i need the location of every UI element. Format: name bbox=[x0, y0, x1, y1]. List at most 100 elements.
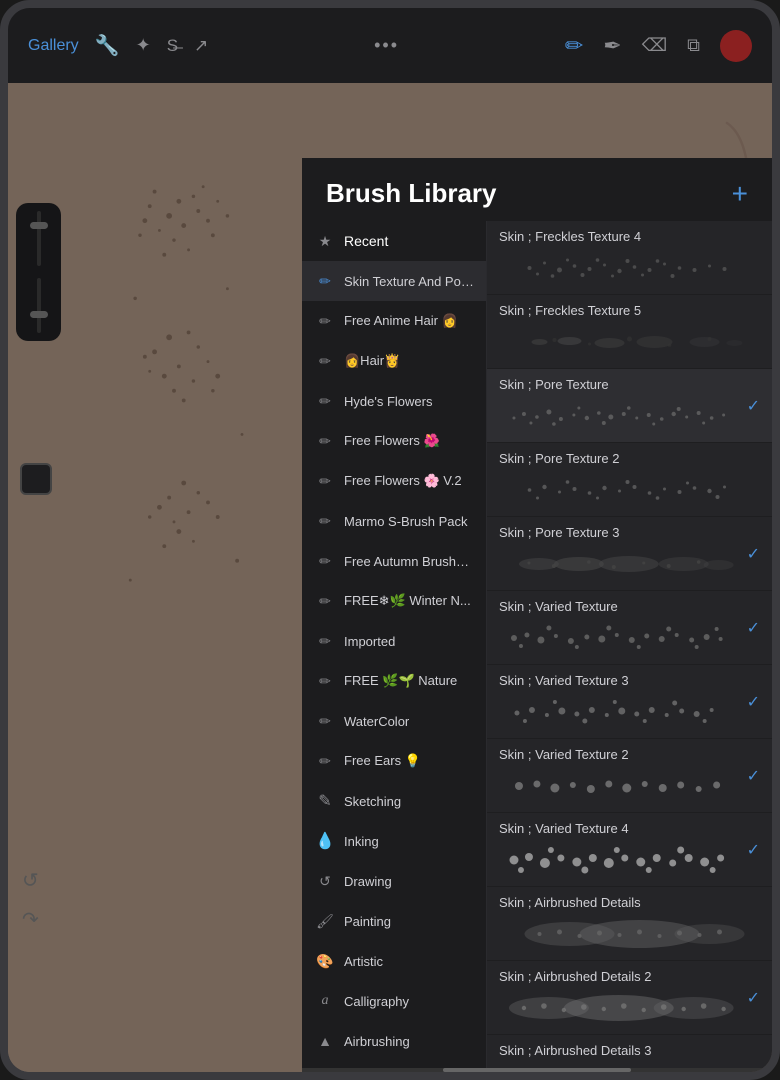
brush-preview-airbrush-2 bbox=[499, 988, 739, 1026]
category-item-calligraphy[interactable]: a Calligraphy bbox=[302, 981, 486, 1021]
airbrush-2-check-icon: ✓ bbox=[747, 988, 760, 1008]
brush-item-pore-texture-2[interactable]: Skin ; Pore Texture 2 bbox=[487, 443, 772, 517]
brush-item-airbrush-2[interactable]: Skin ; Airbrushed Details 2 bbox=[487, 961, 772, 1035]
brush-item-airbrush-1[interactable]: Skin ; Airbrushed Details bbox=[487, 887, 772, 961]
brush-library-panel: Brush Library + ★ Recent ✏ Skin Texture … bbox=[302, 158, 772, 1072]
wrench-icon[interactable]: 🔧 bbox=[95, 33, 120, 58]
brush-preview-pore-texture-2 bbox=[499, 470, 760, 508]
brush-info-varied-texture-4: Skin ; Varied Texture 4 bbox=[499, 821, 739, 878]
scroll-indicator bbox=[302, 1068, 772, 1072]
canvas-area: ↺ ↷ bbox=[8, 83, 772, 1072]
brush-item-pore-texture-3[interactable]: Skin ; Pore Texture 3 bbox=[487, 517, 772, 591]
pencil-tool-icon[interactable]: ✏ bbox=[565, 33, 583, 59]
brush-item-varied-texture-2[interactable]: Skin ; Varied Texture 2 bbox=[487, 739, 772, 813]
brush-item-freckles-4[interactable]: Skin ; Freckles Texture 4 bbox=[487, 221, 772, 295]
category-free-flowers-2-label: Free Flowers 🌸 V.2 bbox=[344, 473, 474, 489]
brush-item-airbrush-3[interactable]: Skin ; Airbrushed Details 3 bbox=[487, 1035, 772, 1068]
free-flowers-icon: ✏ bbox=[314, 430, 336, 452]
brush-library-header: Brush Library + bbox=[302, 158, 772, 221]
brush-info-freckles-5: Skin ; Freckles Texture 5 bbox=[499, 303, 760, 360]
category-item-autumn[interactable]: ✏ Free Autumn Brushes... bbox=[302, 541, 486, 581]
category-item-free-ears[interactable]: ✏ Free Ears 💡 bbox=[302, 741, 486, 781]
magic-wand-icon[interactable]: ✦ bbox=[136, 35, 151, 56]
brush-item-pore-texture[interactable]: Skin ; Pore Texture bbox=[487, 369, 772, 443]
category-item-textures[interactable]: ⊠ Textures bbox=[302, 1061, 486, 1068]
category-item-inking[interactable]: 💧 Inking bbox=[302, 821, 486, 861]
category-item-watercolor[interactable]: ✏ WaterColor bbox=[302, 701, 486, 741]
brush-name-pore-texture: Skin ; Pore Texture bbox=[499, 377, 739, 392]
brush-info-pore-texture: Skin ; Pore Texture bbox=[499, 377, 739, 434]
imported-icon: ✏ bbox=[314, 630, 336, 652]
category-item-winter[interactable]: ✏ FREE❄🌿 Winter N... bbox=[302, 581, 486, 621]
brush-name-pore-texture-3: Skin ; Pore Texture 3 bbox=[499, 525, 739, 540]
category-item-recent[interactable]: ★ Recent bbox=[302, 221, 486, 261]
category-item-nature[interactable]: ✏ FREE 🌿🌱 Nature bbox=[302, 661, 486, 701]
airbrushing-icon: ▲ bbox=[314, 1030, 336, 1052]
brush-preview-varied-texture-3 bbox=[499, 692, 739, 730]
category-item-free-flowers[interactable]: ✏ Free Flowers 🌺 bbox=[302, 421, 486, 461]
category-item-drawing[interactable]: ↺ Drawing bbox=[302, 861, 486, 901]
category-item-hydes-flowers[interactable]: ✏ Hyde's Flowers bbox=[302, 381, 486, 421]
add-brush-button[interactable]: + bbox=[732, 180, 748, 208]
top-bar-left: Gallery 🔧 ✦ S̶ ↗ bbox=[28, 33, 208, 58]
layers-icon[interactable]: ⧉ bbox=[687, 35, 700, 56]
brush-name-airbrush-3: Skin ; Airbrushed Details 3 bbox=[499, 1043, 760, 1058]
brush-info-airbrush-3: Skin ; Airbrushed Details 3 bbox=[499, 1043, 760, 1068]
pore-3-check-icon: ✓ bbox=[747, 544, 760, 564]
brush-info: Skin ; Freckles Texture 4 bbox=[499, 229, 760, 286]
brush-name-varied-texture: Skin ; Varied Texture bbox=[499, 599, 739, 614]
brush-preview-pore-texture-3 bbox=[499, 544, 739, 582]
eraser-tool-icon[interactable]: ⌫ bbox=[642, 35, 667, 56]
ipad-frame: Gallery 🔧 ✦ S̶ ↗ ••• ✏ ✒ ⌫ ⧉ bbox=[0, 0, 780, 1080]
brush-list-panel: Skin ; Freckles Texture 4 bbox=[487, 221, 772, 1068]
hair-icon: ✏ bbox=[314, 350, 336, 372]
brush-name-airbrush-1: Skin ; Airbrushed Details bbox=[499, 895, 760, 910]
category-item-anime-hair[interactable]: ✏ Free Anime Hair 👩 bbox=[302, 301, 486, 341]
brush-item-freckles-5[interactable]: Skin ; Freckles Texture 5 bbox=[487, 295, 772, 369]
cursor-icon[interactable]: ↗ bbox=[194, 36, 208, 56]
gallery-button[interactable]: Gallery bbox=[28, 37, 79, 55]
color-swatch[interactable] bbox=[720, 30, 752, 62]
brush-info-airbrush-2: Skin ; Airbrushed Details 2 bbox=[499, 969, 739, 1026]
category-item-free-flowers-2[interactable]: ✏ Free Flowers 🌸 V.2 bbox=[302, 461, 486, 501]
calligraphy-icon: a bbox=[314, 990, 336, 1012]
category-watercolor-label: WaterColor bbox=[344, 714, 474, 729]
category-free-flowers-label: Free Flowers 🌺 bbox=[344, 433, 474, 449]
brush-name-freckles-4: Skin ; Freckles Texture 4 bbox=[499, 229, 760, 244]
free-flowers-2-icon: ✏ bbox=[314, 470, 336, 492]
pen-tool-icon[interactable]: ✒ bbox=[603, 33, 621, 59]
brush-preview-varied-texture-4 bbox=[499, 840, 739, 878]
anime-hair-icon: ✏ bbox=[314, 310, 336, 332]
varied-2-check-icon: ✓ bbox=[747, 766, 760, 786]
category-item-imported[interactable]: ✏ Imported bbox=[302, 621, 486, 661]
category-item-artistic[interactable]: 🎨 Artistic bbox=[302, 941, 486, 981]
brush-name-varied-texture-2: Skin ; Varied Texture 2 bbox=[499, 747, 739, 762]
brush-preview-airbrush-1 bbox=[499, 914, 760, 952]
recent-star-icon: ★ bbox=[314, 230, 336, 252]
painting-icon: 🖌 bbox=[314, 910, 336, 932]
brush-name-freckles-5: Skin ; Freckles Texture 5 bbox=[499, 303, 760, 318]
selected-check-icon: ✓ bbox=[747, 396, 760, 416]
brush-item-varied-texture[interactable]: Skin ; Varied Texture bbox=[487, 591, 772, 665]
brush-name-pore-texture-2: Skin ; Pore Texture 2 bbox=[499, 451, 760, 466]
brush-name-airbrush-2: Skin ; Airbrushed Details 2 bbox=[499, 969, 739, 984]
category-item-painting[interactable]: 🖌 Painting bbox=[302, 901, 486, 941]
category-item-marmo[interactable]: ✏ Marmo S-Brush Pack bbox=[302, 501, 486, 541]
brush-preview-varied-texture-2 bbox=[499, 766, 739, 804]
artistic-icon: 🎨 bbox=[314, 950, 336, 972]
top-bar-center: ••• bbox=[208, 35, 565, 56]
top-bar-right: ✏ ✒ ⌫ ⧉ bbox=[565, 30, 752, 62]
category-airbrushing-label: Airbrushing bbox=[344, 1034, 474, 1049]
brush-item-varied-texture-4[interactable]: Skin ; Varied Texture 4 bbox=[487, 813, 772, 887]
strikethrough-icon[interactable]: S̶ bbox=[167, 36, 178, 56]
category-item-airbrushing[interactable]: ▲ Airbrushing bbox=[302, 1021, 486, 1061]
marmo-icon: ✏ bbox=[314, 510, 336, 532]
category-item-hair[interactable]: ✏ 👩Hair👸 bbox=[302, 341, 486, 381]
brush-item-varied-texture-3[interactable]: Skin ; Varied Texture 3 bbox=[487, 665, 772, 739]
more-dots-icon[interactable]: ••• bbox=[374, 35, 399, 56]
category-panel: ★ Recent ✏ Skin Texture And Por... ✏ Fre… bbox=[302, 221, 487, 1068]
sketching-icon: ✎ bbox=[314, 790, 336, 812]
category-item-sketching[interactable]: ✎ Sketching bbox=[302, 781, 486, 821]
category-hydes-flowers-label: Hyde's Flowers bbox=[344, 394, 474, 409]
category-item-skin-texture[interactable]: ✏ Skin Texture And Por... bbox=[302, 261, 486, 301]
